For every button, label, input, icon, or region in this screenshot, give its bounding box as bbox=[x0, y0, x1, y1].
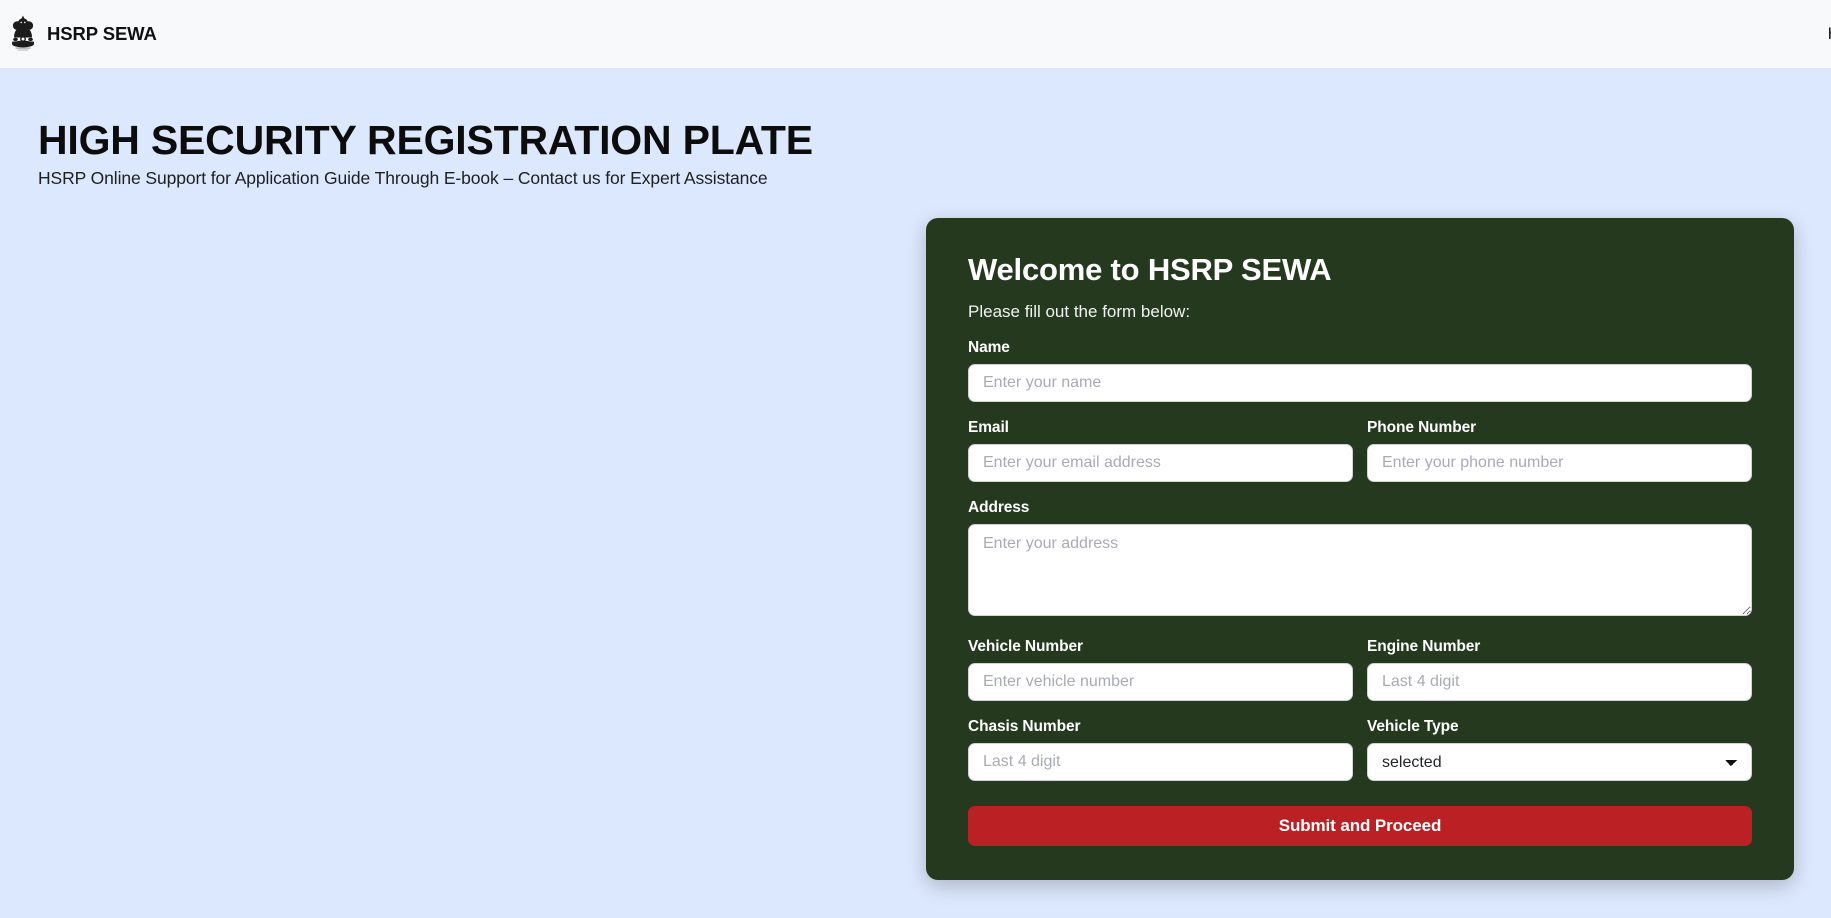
page-title: HIGH SECURITY REGISTRATION PLATE bbox=[38, 117, 813, 163]
nav-links: Home bbox=[1828, 24, 1831, 44]
address-textarea[interactable] bbox=[968, 524, 1752, 616]
vehicle-type-select[interactable]: selected bbox=[1367, 743, 1752, 781]
page-subtitle: HSRP Online Support for Application Guid… bbox=[38, 168, 768, 189]
field-chasis-number: Chasis Number bbox=[968, 718, 1353, 781]
engine-number-input[interactable] bbox=[1367, 663, 1752, 701]
field-address: Address bbox=[968, 499, 1752, 621]
registration-form-card: Welcome to HSRP SEWA Please fill out the… bbox=[926, 218, 1794, 880]
brand-link[interactable]: HSRP SEWA bbox=[8, 13, 157, 55]
vehicle-type-label: Vehicle Type bbox=[1367, 718, 1459, 735]
submit-and-proceed-button[interactable]: Submit and Proceed bbox=[968, 806, 1752, 846]
field-engine-number: Engine Number bbox=[1367, 638, 1752, 701]
field-phone: Phone Number bbox=[1367, 419, 1752, 482]
name-label: Name bbox=[968, 339, 1010, 356]
field-vehicle-type: Vehicle Type selected bbox=[1367, 718, 1752, 781]
row-email-phone: Email Phone Number bbox=[968, 419, 1752, 482]
address-label: Address bbox=[968, 499, 1030, 516]
chasis-number-label: Chasis Number bbox=[968, 718, 1081, 735]
vehicle-number-input[interactable] bbox=[968, 663, 1353, 701]
nav-link-home[interactable]: Home bbox=[1828, 24, 1831, 44]
page-body: HIGH SECURITY REGISTRATION PLATE HSRP On… bbox=[0, 68, 1831, 918]
email-input[interactable] bbox=[968, 444, 1353, 482]
row-chasis-vehicletype: Chasis Number Vehicle Type selected bbox=[968, 718, 1752, 781]
row-vehicle-engine: Vehicle Number Engine Number bbox=[968, 638, 1752, 701]
form-title: Welcome to HSRP SEWA bbox=[968, 252, 1332, 287]
top-navbar: HSRP SEWA Home bbox=[0, 0, 1831, 68]
vehicle-number-label: Vehicle Number bbox=[968, 638, 1083, 655]
chasis-number-input[interactable] bbox=[968, 743, 1353, 781]
hero-section: HIGH SECURITY REGISTRATION PLATE HSRP On… bbox=[38, 118, 858, 189]
phone-input[interactable] bbox=[1367, 444, 1752, 482]
india-state-emblem-icon bbox=[12, 15, 34, 51]
field-name: Name bbox=[968, 339, 1752, 402]
phone-label: Phone Number bbox=[1367, 419, 1477, 436]
field-email: Email bbox=[968, 419, 1353, 482]
form-subtitle: Please fill out the form below: bbox=[968, 302, 1191, 321]
engine-number-label: Engine Number bbox=[1367, 638, 1481, 655]
email-label: Email bbox=[968, 419, 1009, 436]
name-input[interactable] bbox=[968, 364, 1752, 402]
field-vehicle-number: Vehicle Number bbox=[968, 638, 1353, 701]
brand-label: HSRP SEWA bbox=[47, 23, 157, 44]
